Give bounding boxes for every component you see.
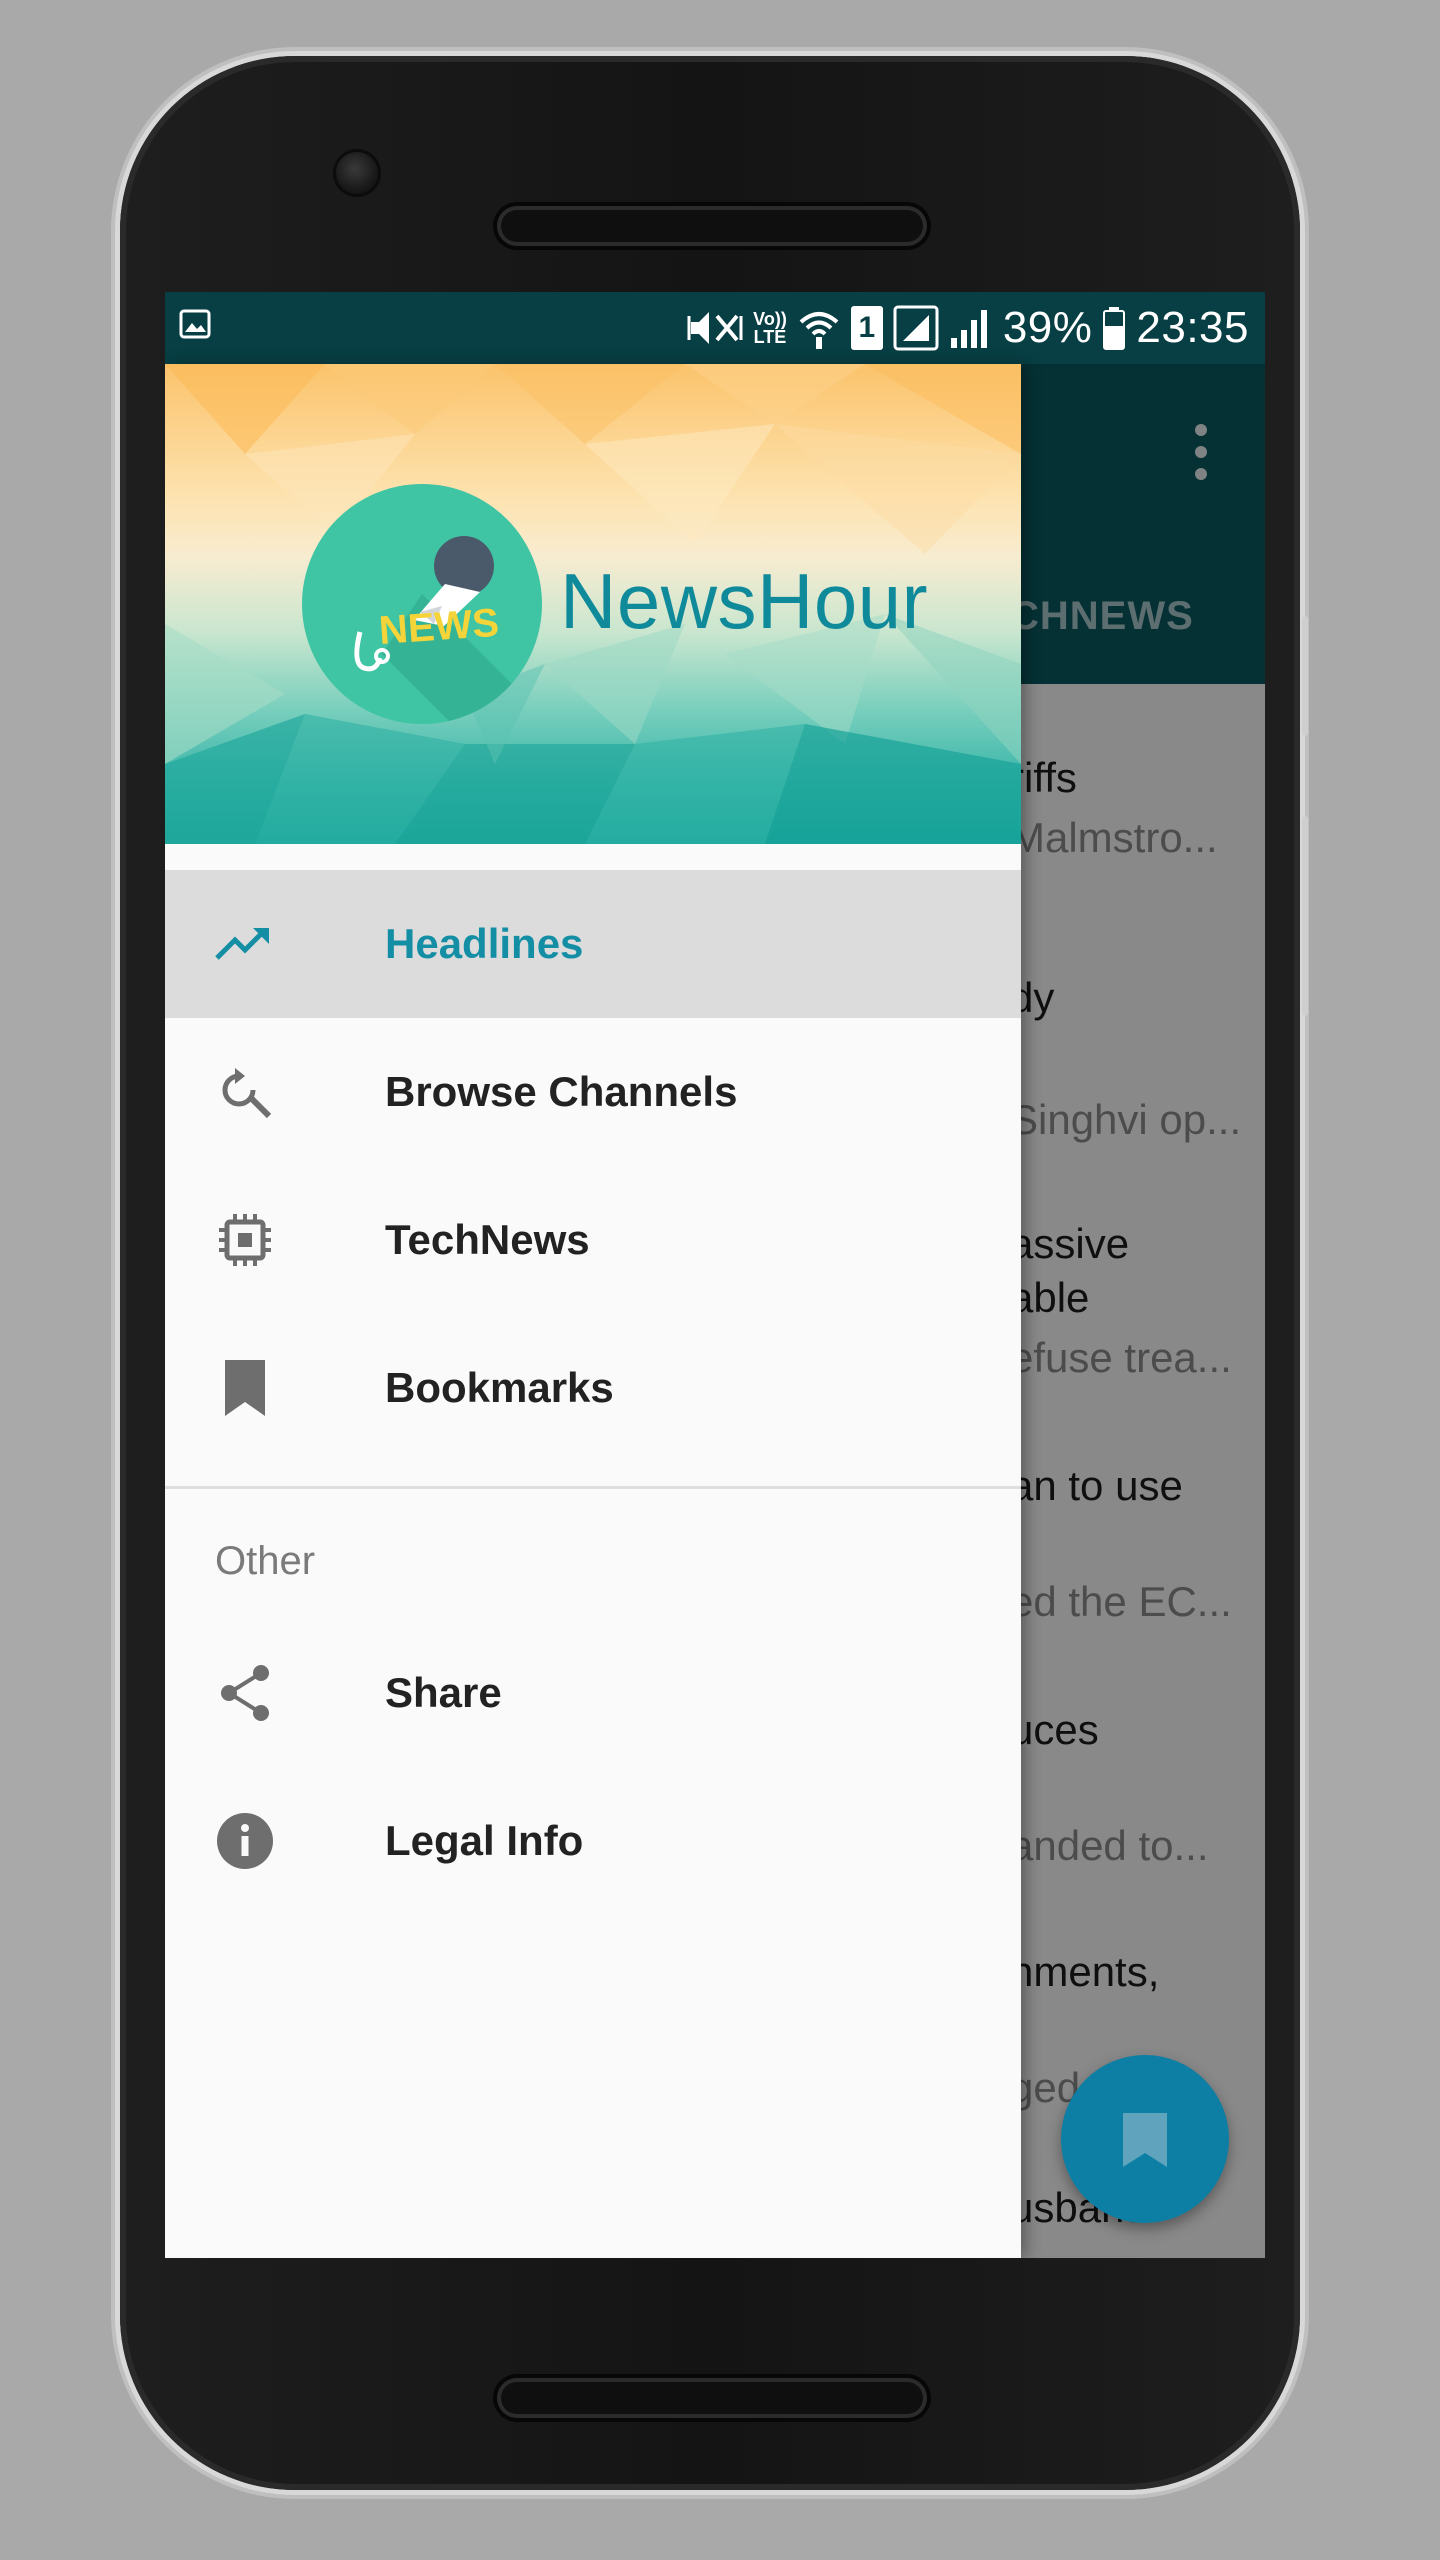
status-bar: Vo)) LTE 1 39% 23:35 [165, 292, 1265, 364]
sim-slot-icon: 1 [850, 306, 883, 350]
volume-button [1302, 616, 1308, 736]
wifi-icon [799, 312, 839, 349]
signal-strength-icon [950, 310, 987, 348]
app-name: NewsHour [560, 557, 929, 645]
sim-slot-number: 1 [858, 311, 876, 344]
drawer-item-browse-channels[interactable]: Browse Channels [165, 1018, 1021, 1166]
volte-bottom: LTE [753, 327, 787, 347]
section-title: Other [215, 1539, 316, 1583]
info-icon [217, 1813, 273, 1869]
drawer-item-label: Browse Channels [385, 1068, 738, 1115]
earpiece-speaker [497, 206, 927, 246]
drawer-item-headlines[interactable]: Headlines [165, 870, 1021, 1018]
search-refresh-icon [222, 1068, 272, 1119]
app-logo: NEWS [302, 484, 542, 724]
bookmarks-fab[interactable] [1061, 2055, 1229, 2223]
screen: Vo)) LTE 1 39% 23:35 CHNEWS riffs Malmst… [165, 292, 1265, 2258]
drawer-menu: Headlines Browse Channels TechNews Bookm… [165, 870, 1021, 1915]
power-button [1302, 816, 1308, 1016]
drawer-item-label: Bookmarks [385, 1364, 614, 1411]
drawer-section-other: Other [165, 1489, 1021, 1619]
battery-icon [1103, 307, 1126, 350]
battery-percent: 39% [1002, 303, 1093, 352]
volte-top: Vo)) [753, 309, 787, 329]
drawer-item-label: TechNews [385, 1216, 590, 1263]
drawer-item-share[interactable]: Share [165, 1619, 1021, 1767]
drawer-item-label: Headlines [385, 920, 584, 967]
share-icon [221, 1665, 269, 1721]
drawer-item-technews[interactable]: TechNews [165, 1166, 1021, 1314]
bookmark-icon [225, 1360, 265, 1416]
drawer-header: NEWS NewsHour [165, 364, 1021, 844]
front-camera [333, 149, 381, 197]
image-notification-icon [179, 309, 211, 339]
logo-text: NEWS [378, 601, 501, 653]
volte-icon: Vo)) LTE [753, 310, 787, 346]
clock: 23:35 [1136, 303, 1249, 352]
trending-up-icon [215, 928, 269, 960]
signal-sim1-icon [893, 305, 939, 351]
drawer-item-bookmarks[interactable]: Bookmarks [165, 1314, 1021, 1462]
bottom-speaker [497, 2378, 927, 2418]
bookmark-icon [1123, 2113, 1167, 2167]
drawer-item-label: Share [385, 1669, 502, 1716]
chip-icon [219, 1214, 271, 1266]
drawer-item-label: Legal Info [385, 1817, 584, 1864]
mute-vibrate-icon [687, 312, 743, 344]
navigation-drawer: NEWS NewsHour Headlines Browse Channels … [165, 364, 1021, 2258]
drawer-item-legal-info[interactable]: Legal Info [165, 1767, 1021, 1915]
